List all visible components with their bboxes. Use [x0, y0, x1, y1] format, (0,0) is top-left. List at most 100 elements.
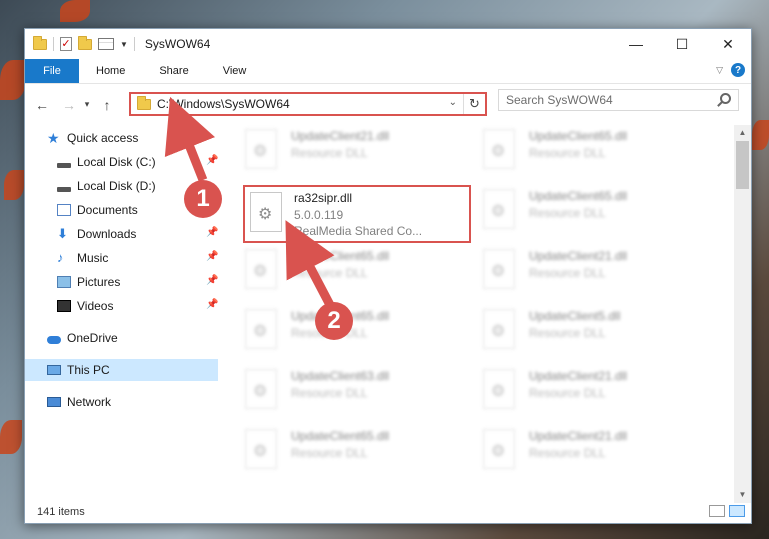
file-tile[interactable]: UpdateClient21.dll Resource DLL — [243, 125, 463, 179]
step-1-badge: 1 — [184, 180, 222, 218]
tab-view[interactable]: View — [206, 59, 264, 83]
file-name: UpdateClient65.dll — [291, 429, 390, 443]
quick-access-toolbar: ✓ ▼ — [25, 35, 135, 51]
pin-icon[interactable]: 📌 — [206, 227, 218, 238]
file-type: Resource DLL — [529, 266, 606, 280]
address-bar[interactable]: C:\Windows\SysWOW64 ⌄ ↻ — [129, 92, 487, 116]
window-title: SysWOW64 — [144, 37, 211, 51]
tab-share[interactable]: Share — [142, 59, 205, 83]
back-arrow-icon[interactable]: ← — [33, 97, 51, 113]
file-name: UpdateClient65.dll — [291, 249, 390, 263]
search-input[interactable]: Search SysWOW64 — [498, 89, 739, 111]
pin-icon[interactable]: 📌 — [206, 251, 218, 262]
file-tile[interactable]: UpdateClient21.dll Resource DLL — [481, 365, 701, 419]
step-2-badge: 2 — [315, 302, 353, 340]
dll-file-icon — [245, 129, 277, 169]
new-folder-icon[interactable] — [78, 35, 92, 50]
file-type: Resource DLL — [291, 386, 368, 400]
status-bar: 141 items — [25, 501, 751, 523]
tab-home[interactable]: Home — [79, 59, 142, 83]
tiles-view-icon[interactable] — [729, 505, 745, 517]
file-tile[interactable]: UpdateClient63.dll Resource DLL — [243, 365, 463, 419]
properties-check-icon[interactable]: ✓ — [60, 37, 72, 51]
nav-item-label: Documents — [77, 203, 138, 217]
pin-icon[interactable]: 📌 — [206, 299, 218, 310]
customize-toolbar-icon[interactable] — [98, 38, 114, 50]
ribbon-right-controls: ▽ ? — [716, 63, 745, 77]
tab-file[interactable]: File — [25, 59, 79, 83]
nav-item-network[interactable]: Network — [47, 391, 218, 413]
file-tile[interactable]: UpdateClient65.dll Resource DLL — [243, 245, 463, 299]
file-tile[interactable]: UpdateClient21.dll Resource DLL — [481, 425, 701, 479]
folder-icon — [137, 95, 151, 110]
nav-item-label: Videos — [77, 299, 114, 313]
file-type: Resource DLL — [291, 266, 368, 280]
file-tile[interactable]: UpdateClient65.dll Resource DLL — [481, 185, 701, 239]
dll-file-icon — [250, 192, 282, 232]
nav-item-onedrive[interactable]: OneDrive — [47, 327, 218, 349]
drive-icon — [57, 186, 71, 192]
nav-item-this-pc[interactable]: This PC — [25, 359, 218, 381]
file-tile[interactable]: UpdateClient65.dll Resource DLL — [243, 425, 463, 479]
scroll-up-arrow-icon[interactable]: ▲ — [734, 125, 751, 141]
nav-item-label: OneDrive — [67, 331, 118, 345]
star-icon: ★ — [47, 130, 60, 146]
file-tile[interactable]: UpdateClient65.dll Resource DLL — [481, 125, 701, 179]
nav-item-label: Downloads — [77, 227, 137, 241]
file-type: Resource DLL — [529, 326, 606, 340]
dll-file-icon — [483, 129, 515, 169]
address-path[interactable]: C:\Windows\SysWOW64 — [157, 97, 290, 111]
refresh-icon[interactable]: ↻ — [463, 94, 485, 114]
search-icon[interactable] — [720, 93, 731, 104]
forward-arrow-icon[interactable]: → — [60, 97, 78, 113]
vertical-scrollbar[interactable]: ▲ ▼ — [734, 125, 751, 503]
file-version: 5.0.0.119 — [294, 208, 344, 222]
background-leaf — [0, 60, 26, 100]
file-type: Resource DLL — [529, 206, 606, 220]
nav-item-quick-access[interactable]: ★ Quick access — [47, 127, 218, 149]
folder-icon[interactable] — [33, 35, 47, 50]
recent-locations-chevron-icon[interactable]: ▾ — [78, 99, 96, 110]
nav-item-videos[interactable]: Videos 📌 — [57, 295, 218, 317]
nav-item-music[interactable]: ♪ Music 📌 — [57, 247, 218, 269]
nav-item-downloads[interactable]: ⬇ Downloads 📌 — [57, 223, 218, 245]
expand-ribbon-icon[interactable]: ▽ — [716, 65, 723, 76]
navigation-pane: ★ Quick access Local Disk (C:) 📌 Local D… — [25, 125, 218, 503]
file-name: ra32sipr.dll — [294, 191, 353, 205]
background-leaf — [0, 420, 22, 454]
this-pc-icon — [47, 365, 61, 375]
help-icon[interactable]: ? — [731, 63, 745, 77]
nav-item-local-disk-c[interactable]: Local Disk (C:) 📌 — [57, 151, 218, 173]
chevron-down-icon[interactable]: ▼ — [120, 40, 128, 49]
file-type: Resource DLL — [291, 446, 368, 460]
pin-icon[interactable]: 📌 — [206, 275, 218, 286]
background-leaf — [4, 170, 24, 200]
file-explorer-window: ✓ ▼ SysWOW64 — ☐ ✕ File Home Share View … — [24, 28, 752, 524]
file-tile-highlighted[interactable]: ra32sipr.dll 5.0.0.119 RealMedia Shared … — [243, 185, 471, 243]
maximize-button[interactable]: ☐ — [659, 29, 705, 59]
file-type: Resource DLL — [529, 386, 606, 400]
up-arrow-icon[interactable]: ↑ — [98, 97, 116, 113]
documents-icon — [57, 204, 71, 216]
file-tile[interactable]: UpdateClient65.dll Resource DLL — [243, 305, 463, 359]
file-name: UpdateClient63.dll — [291, 369, 390, 383]
file-name: UpdateClient21.dll — [529, 249, 628, 263]
nav-item-label: Quick access — [67, 131, 139, 145]
downloads-icon: ⬇ — [57, 226, 68, 241]
file-tile[interactable]: UpdateClient21.dll Resource DLL — [481, 245, 701, 299]
close-button[interactable]: ✕ — [705, 29, 751, 59]
pin-icon[interactable]: 📌 — [206, 155, 218, 166]
minimize-button[interactable]: — — [613, 29, 659, 59]
toolbar-divider — [133, 37, 135, 51]
chevron-down-icon[interactable]: ⌄ — [449, 97, 457, 108]
nav-item-label: Local Disk (C:) — [77, 155, 156, 169]
ribbon-tabs: File Home Share View ▽ ? — [25, 59, 751, 83]
dll-file-icon — [483, 369, 515, 409]
file-tile[interactable]: UpdateClient5.dll Resource DLL — [481, 305, 701, 359]
drive-icon — [57, 162, 71, 168]
window-controls: — ☐ ✕ — [613, 29, 751, 59]
item-count: 141 items — [37, 506, 85, 518]
scrollbar-thumb[interactable] — [736, 141, 749, 189]
nav-item-pictures[interactable]: Pictures 📌 — [57, 271, 218, 293]
details-view-icon[interactable] — [709, 505, 725, 517]
